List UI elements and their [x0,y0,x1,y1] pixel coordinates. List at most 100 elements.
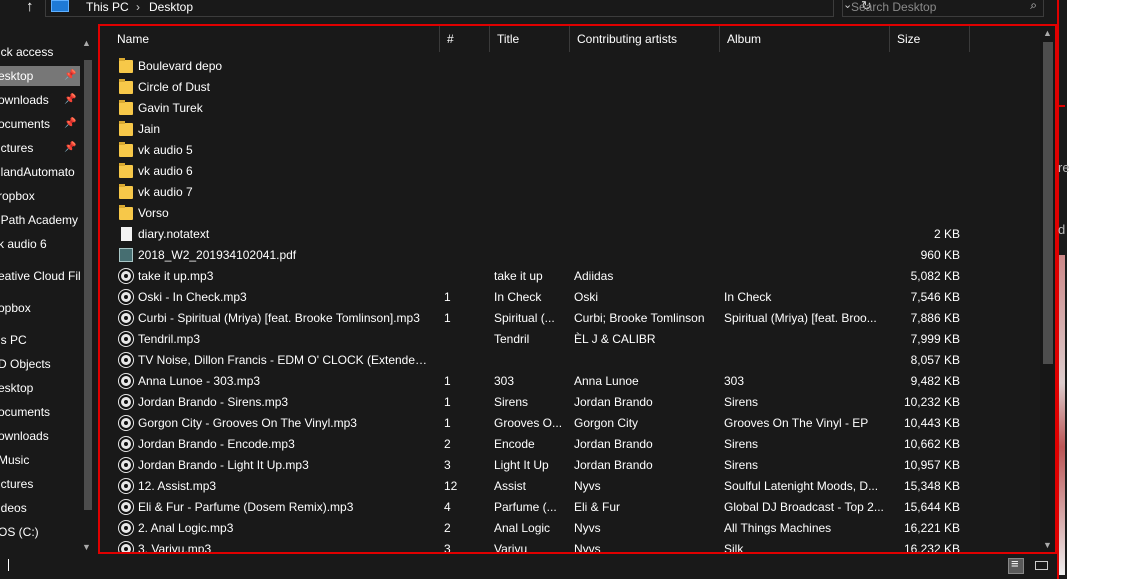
nav-item-documents-pinned[interactable]: ocuments 📌 [0,114,88,134]
file-row[interactable]: Curbi - Spiritual (Mriya) [feat. Brooke … [100,308,1040,329]
file-album: Sirens [724,458,759,472]
nav-item-label: D Objects [0,357,51,371]
audio-file-icon [119,500,133,514]
nav-item-label: ick access [0,45,54,59]
file-row[interactable]: Jordan Brando - Sirens.mp3 1 Sirens Jordan … [100,392,1040,413]
file-name: 3. Variyu.mp3 [138,542,212,554]
file-track-number: 12 [444,479,458,493]
file-row[interactable]: take it up.mp3 take it up Adiidas 5,082 KB [100,266,1040,287]
file-list-pane: Name # Title Contributing artists Album … [98,24,1057,554]
nav-item-llandautomato[interactable]: llandAutomato [0,162,88,182]
search-input[interactable]: Search Desktop ⌕ [842,0,1044,17]
column-header-name[interactable]: Name [110,26,440,52]
file-row[interactable]: diary.notatext 2 KB [100,224,1040,245]
up-arrow-icon[interactable]: ↑ [26,0,34,15]
nav-item-pictures-pinned[interactable]: ictures 📌 [0,138,88,158]
address-bar[interactable]: This PC › Desktop ⌄ ↻ [45,0,872,17]
file-contributing-artists: Gorgon City [574,416,639,430]
file-row[interactable]: Eli & Fur - Parfume (Dosem Remix).mp3 4 Pa… [100,497,1040,518]
nav-item-label: ownloads [0,93,49,107]
nav-item-creative-cloud-files[interactable]: eative Cloud Fil [0,266,88,286]
details-view-icon[interactable] [1008,556,1024,574]
nav-item-label: esktop [0,381,34,395]
column-header-album[interactable]: Album [720,26,890,52]
search-icon[interactable]: ⌕ [1030,0,1037,13]
audio-file-icon [119,542,133,552]
large-icons-view-icon[interactable] [1034,558,1050,574]
file-name: Jordan Brando - Light It Up.mp3 [138,458,309,472]
file-row[interactable]: 2018_W2_201934102041.pdf 960 KB [100,245,1040,266]
nav-item-pictures[interactable]: ictures [0,474,88,494]
folder-row[interactable]: Jain [100,119,1040,140]
nav-item-music[interactable]: Music [0,450,88,470]
file-row[interactable]: 12. Assist.mp3 12 Assist Nyvs Soulful Lateni… [100,476,1040,497]
file-album: All Things Machines [724,521,832,535]
folder-row[interactable]: vk audio 7 [100,182,1040,203]
nav-item-this-pc[interactable]: is PC [0,330,88,350]
nav-item-desktop-pinned[interactable]: esktop 📌 [0,66,88,86]
nav-item-3d-objects[interactable]: D Objects [0,354,88,374]
file-contributing-artists: Curbi; Brooke Tomlinson [574,311,705,325]
file-list-scrollbar-thumb[interactable] [1043,42,1053,364]
nav-item-uipath-academy[interactable]: iPath Academy [0,210,88,230]
folder-row[interactable]: Gavin Turek [100,98,1040,119]
file-row[interactable]: TV Noise, Dillon Francis - EDM O' CLOCK … [100,350,1040,371]
file-name: Anna Lunoe - 303.mp3 [138,374,261,388]
file-row[interactable]: 3. Variyu.mp3 3 Variyu Nyvs Silk 16,232 KB [100,539,1040,554]
file-row[interactable]: Oski - In Check.mp3 1 In Check Oski In Check… [100,287,1040,308]
file-track-number: 3 [444,542,451,554]
nav-scrollbar-thumb[interactable] [84,60,92,510]
nav-item-os-c[interactable]: OS (C:) [0,522,88,542]
column-header-number[interactable]: # [440,26,490,52]
folder-row[interactable]: vk audio 6 [100,161,1040,182]
nav-item-vk-audio-6[interactable]: k audio 6 [0,234,88,254]
file-size: 10,957 KB [903,458,960,472]
file-track-number: 4 [444,500,451,514]
nav-item-documents[interactable]: ocuments [0,402,88,422]
breadcrumb-desktop[interactable]: Desktop [149,0,193,14]
folder-row[interactable]: Circle of Dust [100,77,1040,98]
nav-item-downloads[interactable]: ownloads [0,426,88,446]
search-placeholder: Search Desktop [851,0,937,14]
column-header-title[interactable]: Title [490,26,570,52]
column-header-contributing-artists[interactable]: Contributing artists [570,26,720,52]
breadcrumb-this-pc[interactable]: This PC [86,0,129,14]
folder-row[interactable]: vk audio 5 [100,140,1040,161]
file-size: 5,082 KB [910,269,960,283]
nav-item-label: k audio 6 [0,237,47,251]
file-title: Encode [494,437,535,451]
pin-icon: 📌 [64,70,77,81]
nav-item-downloads-pinned[interactable]: ownloads 📌 [0,90,88,110]
scroll-up-icon[interactable]: ▲ [1043,28,1052,38]
file-track-number: 3 [444,458,451,472]
file-row[interactable]: Tendril.mp3 Tendril ÈL J & CALIBR 7,999 KB [100,329,1040,350]
file-row[interactable]: 2. Anal Logic.mp3 2 Anal Logic Nyvs All Thin… [100,518,1040,539]
folder-icon [119,100,133,115]
nav-item-desktop[interactable]: esktop [0,378,88,398]
audio-file-icon [119,290,133,304]
nav-item-label: eative Cloud Fil [0,269,81,283]
file-name: Curbi - Spiritual (Mriya) [feat. Brooke … [138,311,420,325]
scroll-down-icon[interactable]: ▼ [82,542,91,552]
folder-row[interactable]: Vorso [100,203,1040,224]
nav-item-videos[interactable]: ideos [0,498,88,518]
file-size: 960 KB [920,248,960,262]
scroll-up-icon[interactable]: ▲ [82,38,91,48]
file-row[interactable]: Jordan Brando - Encode.mp3 2 Encode Jordan … [100,434,1040,455]
file-name: Jain [138,122,161,136]
file-album: Soulful Latenight Moods, D... [724,479,879,493]
file-row[interactable]: Gorgon City - Grooves On The Vinyl.mp3 1 G… [100,413,1040,434]
file-contributing-artists: Jordan Brando [574,395,653,409]
file-name: Jordan Brando - Encode.mp3 [138,437,295,451]
nav-item-quick-access[interactable]: ick access [0,42,88,62]
column-header-size[interactable]: Size [890,26,970,52]
file-name: 2018_W2_201934102041.pdf [138,248,297,262]
nav-item-label: opbox [0,301,31,315]
nav-item-dropbox-root[interactable]: opbox [0,298,88,318]
file-row[interactable]: Anna Lunoe - 303.mp3 1 303 Anna Lunoe 303 9,4… [100,371,1040,392]
nav-item-dropbox[interactable]: ropbox [0,186,88,206]
file-row[interactable]: Jordan Brando - Light It Up.mp3 3 Light It… [100,455,1040,476]
scroll-down-icon[interactable]: ▼ [1043,540,1052,550]
background-window-image [1059,255,1065,575]
folder-row[interactable]: Boulevard depo [100,56,1040,77]
